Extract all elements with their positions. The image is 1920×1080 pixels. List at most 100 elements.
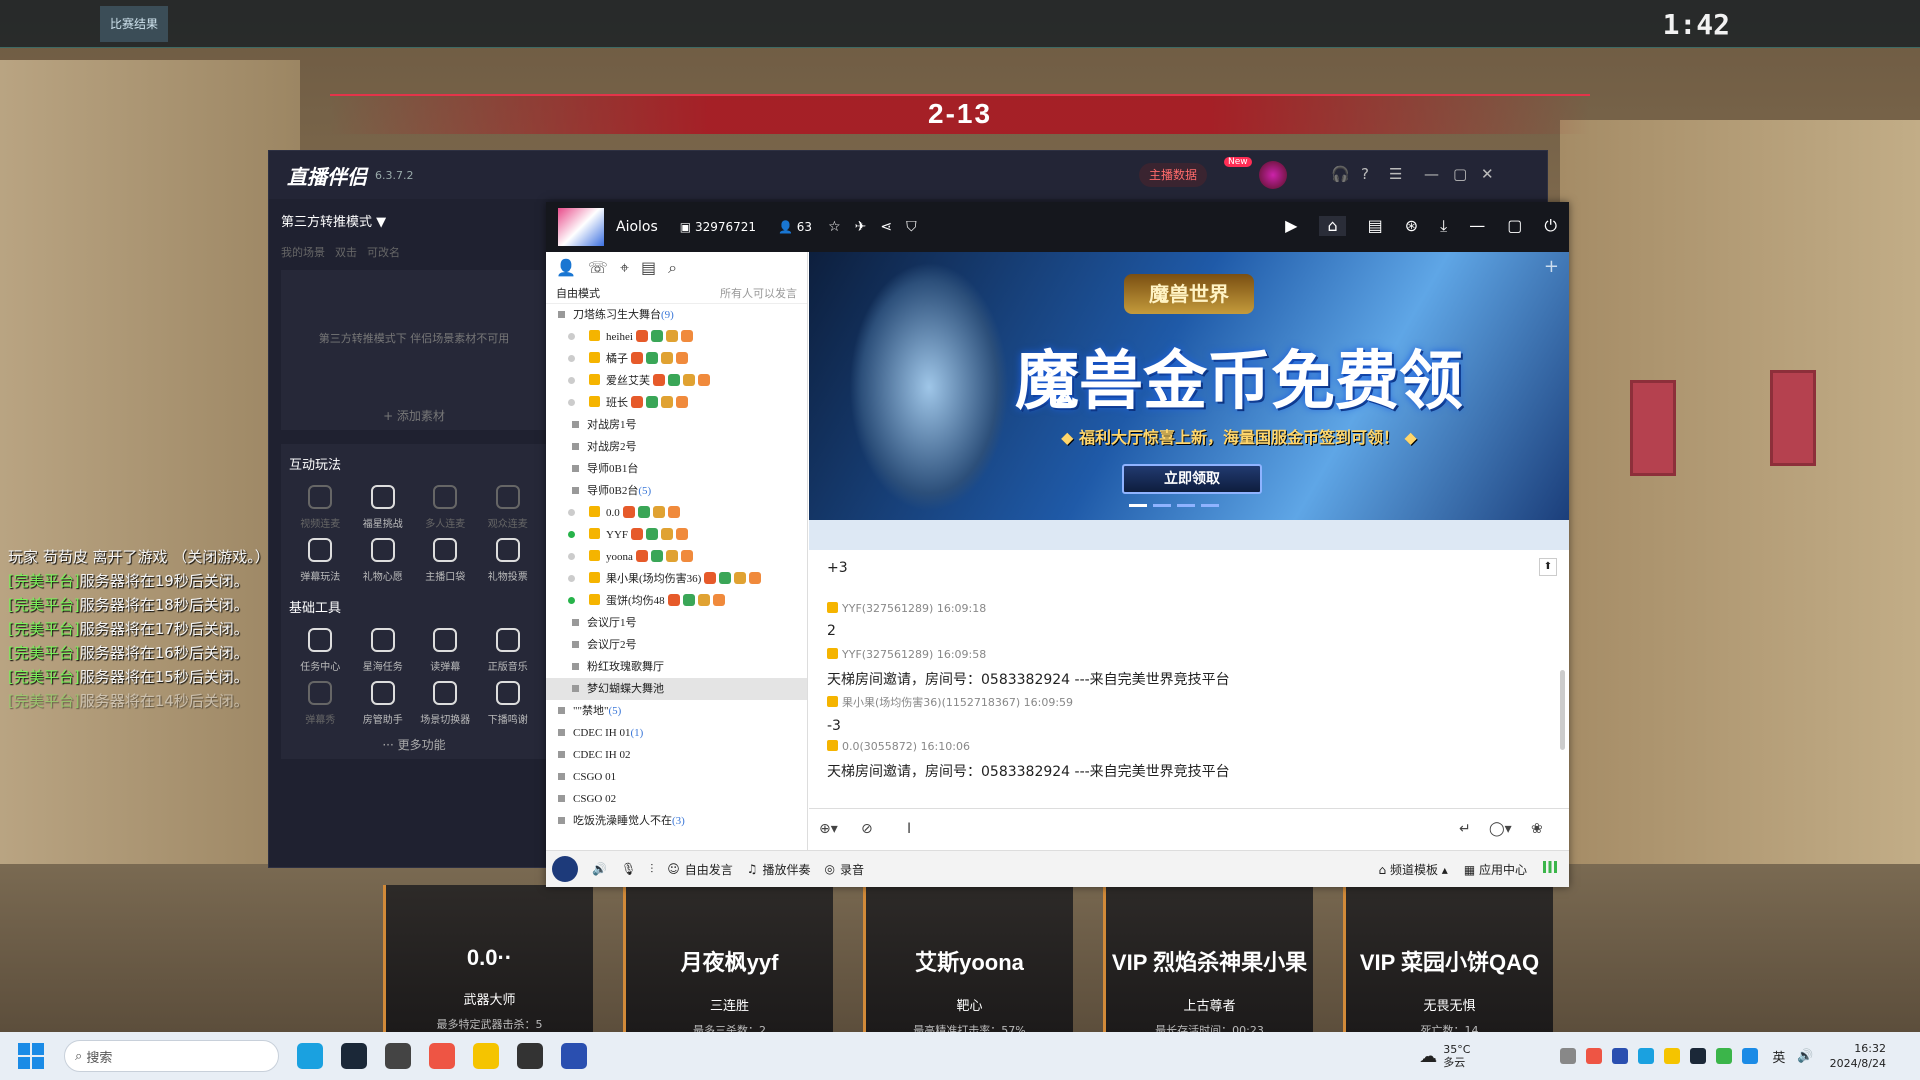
collapse-icon[interactable]	[572, 641, 579, 648]
mic-icon[interactable]: 🎙	[621, 862, 636, 876]
collapse-icon[interactable]	[558, 795, 565, 802]
feature-button[interactable]: 礼物投票	[477, 538, 540, 583]
app-center-button[interactable]: ▦ 应用中心	[1464, 861, 1527, 878]
free-speak-button[interactable]: ☺ 自由发言	[667, 861, 733, 878]
channel-avatar[interactable]	[558, 208, 604, 246]
chat-scrollbar[interactable]	[1560, 670, 1565, 750]
accompany-button[interactable]: ♫ 播放伴奏	[747, 861, 811, 878]
tray-icon[interactable]	[1612, 1048, 1629, 1064]
chat-input-bar[interactable]: ⊕▾ ⊘ I ↵ ◯▾ ❀	[809, 808, 1569, 850]
shield-icon[interactable]: ⛉	[906, 219, 917, 235]
sub-channel[interactable]: 梦幻蝴蝶大舞池	[546, 678, 807, 700]
channel-user[interactable]: 0.0	[546, 502, 807, 524]
sub-channel[interactable]: 导师0B1台	[546, 458, 807, 480]
home-icon[interactable]: ⌂	[1319, 216, 1346, 236]
yy-logo-icon[interactable]	[552, 856, 578, 882]
collapse-icon[interactable]	[558, 311, 565, 318]
collapse-icon[interactable]	[572, 443, 579, 450]
channel-group[interactable]: 吃饭洗澡睡觉人不在(3)	[546, 810, 807, 832]
windows-start-icon[interactable]	[18, 1043, 44, 1069]
volume-icon[interactable]: 🔊	[1797, 1049, 1813, 1064]
channel-group[interactable]: CDEC IH 01(1)	[546, 722, 807, 744]
collapse-icon[interactable]	[572, 465, 579, 472]
app-icon[interactable]	[429, 1043, 455, 1069]
weather-widget[interactable]: ☁ 35°C 多云	[1419, 1043, 1470, 1069]
feature-button[interactable]: 主播口袋	[414, 538, 477, 583]
sub-channel[interactable]: 对战房2号	[546, 436, 807, 458]
collapse-icon[interactable]	[558, 773, 565, 780]
push-mode-dropdown[interactable]: 第三方转推模式 ▼	[281, 211, 547, 230]
channel-group[interactable]: ""禁地"(5)	[546, 700, 807, 722]
ime-indicator[interactable]: 英	[1772, 1047, 1785, 1066]
notes-icon[interactable]: ▤	[641, 258, 656, 277]
headset-icon[interactable]: 🎧	[1331, 165, 1350, 183]
record-button[interactable]: ◎ 录音	[825, 861, 865, 878]
minimize-icon[interactable]: —	[1469, 216, 1485, 236]
collapse-icon[interactable]	[572, 487, 579, 494]
channel-group[interactable]: CDEC IH 02	[546, 744, 807, 766]
collapse-icon[interactable]	[572, 421, 579, 428]
collapse-icon[interactable]	[558, 817, 565, 824]
feature-button[interactable]: 房管助手	[352, 681, 415, 726]
channel-user[interactable]: yoona	[546, 546, 807, 568]
tray-icon[interactable]	[1638, 1048, 1655, 1064]
enter-icon[interactable]: ↵	[1459, 821, 1471, 837]
feature-button[interactable]: 星海任务	[352, 628, 415, 673]
tray-icon[interactable]	[1664, 1048, 1681, 1064]
taskbar-search[interactable]: ⌕ 搜索	[64, 1040, 279, 1072]
maximize-icon[interactable]: ▢	[1453, 165, 1467, 183]
streamer-data-button[interactable]: 主播数据	[1139, 163, 1208, 187]
minimize-icon[interactable]: —	[1424, 165, 1439, 183]
obs-icon[interactable]	[385, 1043, 411, 1069]
banner-pagination[interactable]	[1129, 504, 1219, 507]
help-icon[interactable]: ?	[1361, 165, 1369, 183]
feature-button[interactable]: 场景切换器	[414, 681, 477, 726]
feature-button[interactable]: 观众连麦	[477, 485, 540, 530]
clock[interactable]: 16:32 2024/8/24	[1830, 1041, 1886, 1071]
steam-icon[interactable]	[341, 1043, 367, 1069]
plus-icon[interactable]: +	[1544, 256, 1559, 277]
sub-channel[interactable]: 会议厅1号	[546, 612, 807, 634]
feature-button[interactable]: 弹幕玩法	[289, 538, 352, 583]
ocr-icon[interactable]: ⊘	[861, 821, 873, 837]
collapse-icon[interactable]	[572, 663, 579, 670]
claim-now-button[interactable]: 立即领取	[1122, 464, 1262, 494]
more-functions-button[interactable]: ··· 更多功能	[289, 736, 539, 753]
channel-user[interactable]: 爱丝艾芙	[546, 370, 807, 392]
channel-user[interactable]: 橘子	[546, 348, 807, 370]
mixer-icon[interactable]: ⫶	[650, 862, 653, 877]
collapse-icon[interactable]	[558, 729, 565, 736]
add-material-button[interactable]: + 添加素材	[281, 407, 547, 424]
power-icon[interactable]: ⏻	[1544, 216, 1557, 236]
match-result-button[interactable]: 比赛结果	[100, 6, 168, 42]
plane-icon[interactable]: ✈	[855, 219, 867, 235]
tray-icon[interactable]	[1716, 1048, 1733, 1064]
rose-icon[interactable]: ❀	[1531, 821, 1543, 837]
video-icon[interactable]: ▶	[1285, 216, 1297, 236]
sub-channel[interactable]: 对战房1号	[546, 414, 807, 436]
feature-button[interactable]: 任务中心	[289, 628, 352, 673]
menu-icon[interactable]: ☰	[1389, 165, 1402, 183]
channel-user[interactable]: 果小果(场均伤害36)	[546, 568, 807, 590]
channel-group[interactable]: 刀塔练习生大舞台(9)	[546, 304, 807, 326]
speech-icon[interactable]: ☏	[588, 258, 608, 277]
feature-button[interactable]: 视频连麦	[289, 485, 352, 530]
collapse-icon[interactable]	[572, 619, 579, 626]
close-icon[interactable]: ✕	[1481, 165, 1494, 183]
channel-name[interactable]: Aiolos	[616, 219, 658, 235]
douyin-companion-icon[interactable]	[561, 1043, 587, 1069]
scene-tab[interactable]: 双击	[335, 244, 357, 260]
user-icon[interactable]: 👤	[556, 258, 576, 277]
collapse-icon[interactable]	[572, 685, 579, 692]
channel-template-button[interactable]: ⌂ 频道模板 ▴	[1379, 861, 1448, 878]
channel-user[interactable]: 蛋饼(均伤48	[546, 590, 807, 612]
collapse-icon[interactable]	[558, 751, 565, 758]
star-icon[interactable]: ☆	[828, 219, 841, 235]
tray-icon[interactable]	[1586, 1048, 1603, 1064]
gamepad-icon[interactable]: ⊛	[1405, 216, 1418, 236]
wow-promo-banner[interactable]: 魔兽世界 魔兽金币免费领 ◆ 福利大厅惊喜上新，海量国服金币签到可领！ ◆ 立即…	[809, 252, 1569, 520]
scene-tab[interactable]: 可改名	[367, 244, 400, 260]
scroll-top-icon[interactable]: ⬆	[1539, 558, 1557, 576]
list-icon[interactable]: ▤	[1368, 216, 1383, 236]
speak-mode-dropdown[interactable]: 自由模式	[556, 285, 600, 301]
